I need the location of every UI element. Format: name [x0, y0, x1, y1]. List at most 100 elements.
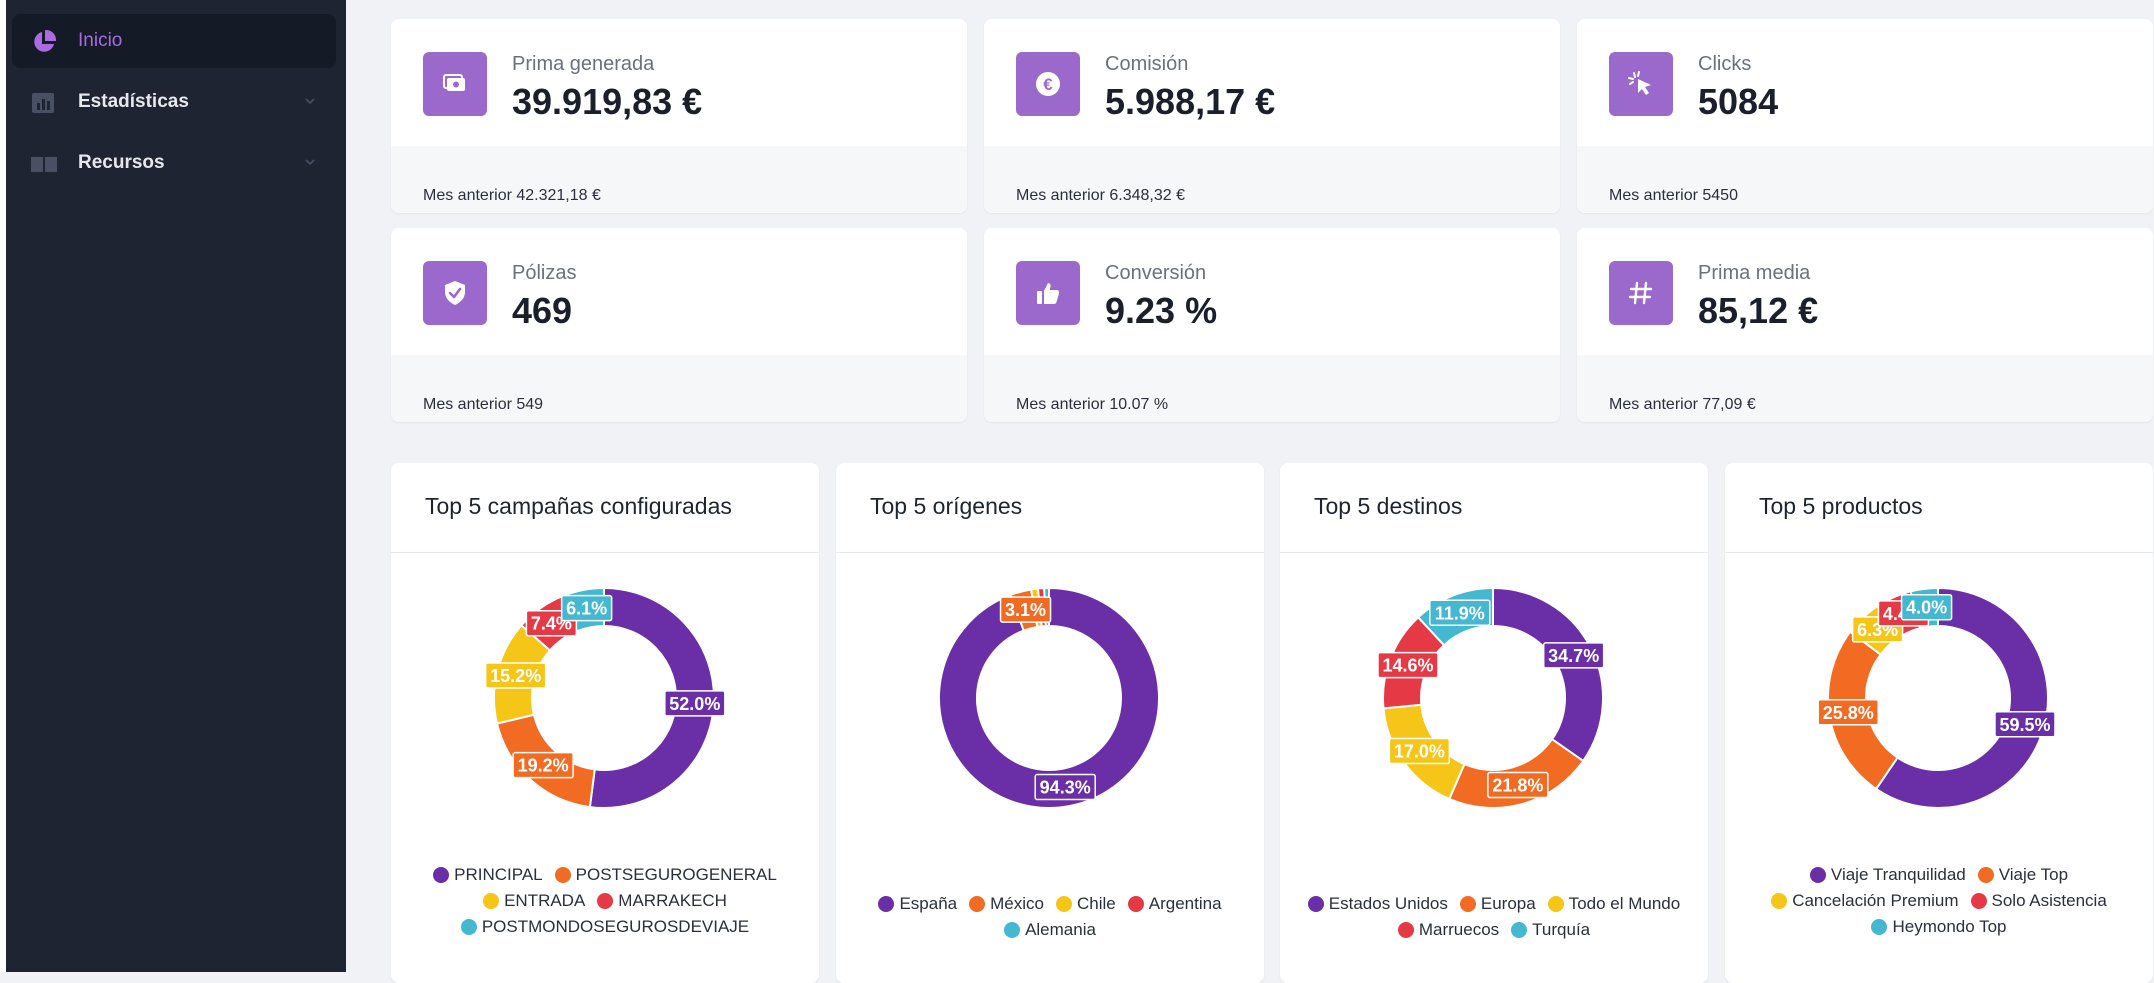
data-label-text: 21.8%: [1492, 776, 1543, 796]
legend-item-heymondo-top[interactable]: Heymondo Top: [1871, 917, 2007, 937]
legend-label: México: [990, 894, 1044, 913]
data-label: 6.1%: [560, 594, 613, 622]
legend-item-principal[interactable]: PRINCIPAL: [433, 865, 543, 885]
stat-label: Comisión: [1105, 53, 1189, 75]
legend-dot: [597, 893, 614, 909]
donut-chart-campanas: 52.0%19.2%15.2%7.4%6.1%: [484, 586, 726, 809]
legend-item-postmondosegurosdeviaje[interactable]: POSTMONDOSEGUROSDEVIAJE: [460, 917, 749, 937]
stat-value: 9.23 %: [1105, 290, 1218, 331]
stat-value: 5084: [1698, 81, 1779, 122]
stat-label: Clicks: [1698, 53, 1752, 75]
stat-card-polizas: Pólizas 469 Mes anterior 549: [391, 228, 967, 422]
stat-previous: Mes anterior 5450: [1609, 187, 1738, 204]
legend-label: Cancelación Premium: [1792, 891, 1959, 910]
legend-label: MARRAKECH: [618, 891, 727, 910]
sidebar-item-label: Recursos: [78, 152, 165, 173]
chart-card-destinos: Top 5 destinos 34.7% 21.8% 17.0% 14.6% 11.9%…: [1280, 463, 1708, 983]
legend-item-postsegurogeneral[interactable]: POSTSEGUROGENERAL: [554, 865, 777, 885]
legend-dot: [1809, 867, 1826, 883]
legend-label: Argentina: [1148, 894, 1222, 913]
legend-item-viaje-top[interactable]: Viaje Top: [1977, 865, 2069, 885]
data-label: 4.0%: [1900, 593, 1953, 621]
pie-chart-icon: [34, 29, 57, 52]
chart-card-campanas: Top 5 campañas configuradas 52.0% 19.2% 15…: [391, 463, 819, 983]
legend-item-todo-el-mundo[interactable]: Todo el Mundo: [1547, 894, 1680, 914]
legend-dot: [1307, 896, 1324, 912]
stat-value: 39.919,83 €: [512, 81, 703, 122]
legend-item-alemania[interactable]: Alemania: [1004, 920, 1096, 940]
legend-item-estados-unidos[interactable]: Estados Unidos: [1307, 894, 1448, 914]
data-label: 14.6%: [1377, 651, 1439, 679]
legend-label: Viaje Top: [1998, 865, 2069, 884]
data-label-text: 25.8%: [1823, 703, 1874, 723]
sidebar-item-recursos[interactable]: Recursos: [12, 136, 336, 190]
legend-dot: [1547, 896, 1564, 912]
legend-label: Viaje Tranquilidad: [1830, 865, 1966, 884]
bar-chart-icon: [32, 93, 54, 113]
legend-item-argentina[interactable]: Argentina: [1127, 894, 1222, 914]
stat-previous: Mes anterior 42.321,18 €: [423, 187, 601, 204]
data-label-text: 6.1%: [566, 599, 607, 619]
data-label-text: 34.7%: [1548, 646, 1599, 666]
sidebar-item-label: Inicio: [78, 30, 123, 51]
chart-card-origenes: Top 5 orígenes 94.3% 3.1% España México Chi…: [836, 463, 1264, 983]
legend-item-cancelacion-premium[interactable]: Cancelación Premium: [1771, 891, 1959, 911]
chart-title: Top 5 campañas configuradas: [425, 493, 732, 519]
legend-item-chile[interactable]: Chile: [1056, 894, 1116, 914]
chart-title: Top 5 orígenes: [870, 493, 1023, 519]
hash-icon: [1609, 261, 1673, 325]
donut-chart-origenes: 94.3% 3.1%: [938, 586, 1160, 809]
stat-previous: Mes anterior 77,09 €: [1609, 396, 1756, 413]
chevron-down-icon: [305, 159, 315, 166]
stat-previous: Mes anterior 6.348,32 €: [1016, 187, 1185, 204]
chart-legend: PRINCIPAL POSTSEGUROGENERAL ENTRADA MARRAKE…: [401, 865, 809, 937]
stat-label: Prima generada: [512, 53, 655, 75]
legend-item-viaje-tranquilidad[interactable]: Viaje Tranquilidad: [1809, 865, 1966, 885]
donut-chart-productos: 59.5%25.8%6.3%4.4%4.0%: [1817, 586, 2056, 809]
stat-value: 469: [512, 290, 573, 331]
legend-dot: [1127, 896, 1144, 912]
legend-item-mexico[interactable]: México: [969, 894, 1044, 914]
legend-dot: [460, 919, 477, 935]
money-icon: [423, 52, 487, 116]
legend-item-marrakech[interactable]: MARRAKECH: [597, 891, 727, 911]
donut-slice-estados-unidos[interactable]: [1492, 586, 1604, 763]
data-label: 17.0%: [1388, 737, 1451, 765]
data-label-text: 19.2%: [518, 756, 569, 776]
stat-label: Conversión: [1105, 262, 1207, 284]
thumbs-up-icon: [1016, 261, 1080, 325]
chart-card-productos: Top 5 productos 59.5%25.8%6.3%4.4%4.0% V…: [1725, 463, 2153, 983]
legend-item-europa[interactable]: Europa: [1459, 894, 1536, 914]
legend-dot: [1511, 922, 1528, 938]
chart-legend: Estados Unidos Europa Todo el Mundo Marruec…: [1290, 894, 1698, 940]
legend-label: PRINCIPAL: [454, 865, 543, 884]
legend-dot: [1771, 893, 1788, 909]
legend-label: Solo Asistencia: [1991, 891, 2107, 910]
legend-item-solo-asistencia[interactable]: Solo Asistencia: [1970, 891, 2107, 911]
legend-label: Alemania: [1025, 920, 1096, 939]
shield-check-icon: [423, 261, 487, 325]
stat-previous: Mes anterior 10.07 %: [1016, 396, 1169, 413]
stat-card-prima-media: Prima media 85,12 € Mes anterior 77,09 €: [1577, 228, 2153, 422]
chevron-down-icon: [305, 98, 315, 105]
legend-dot: [969, 896, 986, 912]
legend-item-marruecos[interactable]: Marruecos: [1397, 920, 1500, 940]
legend-dot: [554, 867, 571, 883]
stat-card-comision: € Comisión 5.988,17 € Mes anterior 6.348…: [984, 19, 1560, 213]
stat-card-clicks: Clicks 5084 Mes anterior 5450: [1577, 19, 2153, 213]
legend-item-espana[interactable]: España: [878, 894, 957, 914]
data-label: 34.7%: [1542, 642, 1605, 669]
legend-item-turquia[interactable]: Turquía: [1511, 920, 1590, 940]
legend-label: Estados Unidos: [1328, 894, 1448, 913]
legend-item-entrada[interactable]: ENTRADA: [483, 891, 585, 911]
chart-title: Top 5 productos: [1759, 493, 1923, 519]
data-label-text: 94.3%: [1040, 778, 1091, 798]
stat-label: Prima media: [1698, 262, 1811, 284]
legend-label: Marruecos: [1418, 920, 1500, 939]
sidebar-item-inicio[interactable]: Inicio: [12, 14, 336, 68]
data-label: 11.9%: [1429, 599, 1491, 627]
stat-previous: Mes anterior 549: [423, 396, 544, 413]
legend-dot: [1977, 867, 1994, 883]
sidebar-item-estadisticas[interactable]: Estadísticas: [12, 75, 336, 129]
legend-label: Chile: [1077, 894, 1116, 913]
